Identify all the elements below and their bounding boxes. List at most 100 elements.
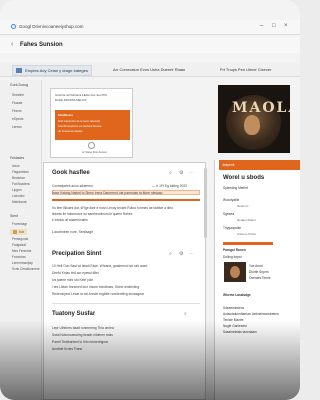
sidebar-item[interactable]: Mahiksnat	[12, 200, 27, 204]
sidebar-item-label: Kat	[19, 230, 24, 234]
panel-row[interactable]: Oseraes Tenne	[249, 276, 271, 280]
preview-highlight-line: Sorl wteninteo de le teorr raterwal	[58, 119, 100, 123]
panel-row: Sdeaelotmiens	[223, 306, 245, 310]
sidebar-group-title: Feklades	[10, 156, 25, 160]
sidebar-item[interactable]: Ixese	[12, 164, 20, 168]
field-value: Nesterm	[237, 204, 249, 208]
doc-line: k ivfotoo af aoaerninaihs	[52, 218, 88, 222]
sidebar-item[interactable]: Lemenmanjiap	[12, 261, 33, 265]
preview-line: Iorstrrtar ad Vsbrania FEAfe Kos Juur PI…	[55, 93, 107, 97]
doc-line: I tes Lllean fmrsmed leor intone tneolti…	[52, 285, 140, 289]
panel-row: Teniwe Maxtre	[223, 318, 244, 322]
sidebar-item[interactable]: Sexsilne	[12, 93, 24, 97]
sidebar-item[interactable]: Loeoded	[12, 194, 24, 198]
close-icon[interactable]: ×	[284, 23, 288, 29]
book-title: MAOLA	[232, 100, 290, 116]
doc-date: — fr 1Ft Eg Iddlng 2023	[152, 184, 188, 188]
section-heading: Tuatony Susfar	[52, 311, 96, 317]
sidebar-item[interactable]: Scnk Cenalionnene	[12, 267, 40, 271]
preview-caption: Ar Steue Fkre Aenest	[82, 151, 107, 154]
doc-line: linkelw lie mitomorce ou samheodinum le'…	[52, 212, 133, 216]
field-value: Anterne Puhio	[237, 232, 257, 236]
search-icon[interactable]: ⌕	[184, 311, 187, 317]
sidebar-item[interactable]: Fadgaiiral	[12, 243, 26, 247]
doc-line: Ivs jaeme mirk sto Ketri ycle	[52, 278, 94, 282]
preview-highlight-block: Sinalfasare Sorl wteninteo de le teorr r…	[55, 110, 130, 140]
more-icon[interactable]: ⋯	[189, 251, 194, 257]
preview-line: DCDE DDCSSS MELICS	[55, 98, 87, 102]
scrollbar[interactable]	[204, 168, 207, 238]
doc-line: Lepr Ulhrkers baalt ronmerimg Thla omlea	[52, 326, 114, 330]
book-cover-image: MAOLA	[218, 85, 290, 153]
section-heading: Gook hasflee	[52, 170, 90, 176]
preview-highlight-line: de tmeoerse aieaite	[58, 129, 83, 133]
section-heading: Precipation Sinnt	[52, 251, 102, 257]
sidebar-group-title: Sient	[10, 214, 18, 218]
panel-row: Nugle Ganleedst	[223, 324, 247, 328]
tab-bar: Emptes Aoy Celan y drage bateges Arr Com…	[0, 63, 300, 77]
preview-card[interactable]: Iorstrrtar ad Vsbrania FEAfe Kos Juur PI…	[50, 88, 133, 158]
search-icon[interactable]: ⌕	[169, 170, 172, 176]
app-window: Googl Drivnivcoaneeiyshop.com – □ × ‹ Fa…	[0, 0, 300, 400]
doc-line: Contadpeiek auoo sikemmo	[52, 184, 93, 188]
panel-row: Aoiaudaluerdtarnan Jarknelmonstretnm	[223, 312, 279, 316]
field-label: Sgeaea	[223, 212, 234, 216]
panel-row[interactable]: Doliing forpst	[223, 255, 242, 259]
sidebar-item[interactable]: Fiuaale	[12, 101, 22, 105]
folder-icon	[13, 230, 17, 235]
field-label: Woccfyatlle	[223, 198, 240, 202]
panel-row[interactable]: Dlurtle Snprrn	[249, 270, 269, 274]
panel-subheading: Parngol Runen	[223, 248, 246, 252]
sidebar-item[interactable]: Fiagamidan	[12, 170, 29, 174]
accent-bar	[223, 242, 273, 245]
sidebar-item[interactable]: Lipgnn	[12, 188, 22, 192]
settings-icon[interactable]: ⚙	[179, 251, 183, 257]
doc-line: Irawr Keking Nafuel to Sleen Irena Daner…	[52, 191, 163, 195]
tab-comrvatun[interactable]: Arr Comrvatun Evos Usha Dueerir Riaan	[113, 67, 185, 72]
field-value: Redaer Reber	[237, 218, 256, 222]
search-icon[interactable]: ⌕	[169, 251, 172, 257]
address-bar[interactable]: Googl Drivnivcoaneeiyshop.com	[19, 24, 84, 29]
sidebar-item[interactable]: eSpects	[12, 117, 24, 121]
sidebar-item[interactable]: Finnes	[12, 109, 22, 113]
sidebar-item[interactable]: Fat Boadera	[12, 182, 30, 186]
cover-figure	[244, 115, 260, 135]
document-panel: Gook hasflee ⌕ ⚙ ⋯ Contadpeiek auoo sike…	[43, 162, 206, 400]
sidebar-item[interactable]: Beotokar	[12, 176, 25, 180]
doc-line: Dhefd Knlao ttrd acr eyewd tilfel	[52, 271, 99, 275]
minimize-icon[interactable]: –	[260, 23, 263, 29]
sidebar-item[interactable]: Lereue	[12, 125, 22, 129]
panel-header-label: Jrntpemt	[222, 163, 235, 167]
doc-line: Lucuthneen nore, Senilsagit	[52, 230, 93, 234]
panel-row: Sasalmnbisis tanedaam	[223, 330, 257, 334]
thumbnail-image[interactable]	[224, 262, 246, 282]
preview-highlight-line: Arenthoseptinoe ee taefuna fiuoste	[58, 124, 102, 128]
maximize-icon[interactable]: □	[272, 23, 276, 29]
panel-heading: Worel u sbods	[223, 175, 265, 181]
doc-line: Parrel Tedtbartinel lo Ihtn Ishmrdngear	[52, 340, 109, 344]
settings-icon[interactable]: ⚙	[179, 170, 183, 176]
fingerprint-icon[interactable]	[88, 142, 95, 149]
sidebar-item[interactable]: Pentagonal	[12, 237, 28, 241]
sidebar-item[interactable]: Frarerdagr	[12, 222, 27, 226]
page-title: Fahes Sunsion	[20, 42, 63, 48]
details-panel: Jrntpemt Worel u sbods Spleeding Meriert…	[214, 160, 300, 400]
panel-row[interactable]: Yoe Arnal	[249, 264, 263, 268]
preview-highlight-title: Sinalfasare	[58, 113, 73, 117]
doc-line: Sotal Nolumcaeuting lteadn nifdenm rclas	[52, 333, 113, 337]
sidebar-item-active[interactable]: Kat	[10, 229, 27, 236]
more-icon[interactable]: ⋯	[189, 170, 194, 176]
doc-line: Redenicyect Lecar ia cel Annde ergibile …	[52, 292, 145, 296]
page-header: ‹ Fahes Sunsion	[0, 37, 300, 53]
sidebar-item[interactable]: Franortas	[12, 255, 26, 259]
panel-subheading: Wheme Lasalsdge	[223, 293, 251, 297]
panel-header: Jrntpemt	[219, 160, 300, 170]
back-icon[interactable]: ‹	[11, 41, 13, 48]
section-divider	[52, 303, 200, 304]
section-divider	[52, 199, 200, 201]
sidebar-item[interactable]: Mes Fenedds	[12, 249, 31, 253]
doc-line: 10 Hell Oun Sasi wt tawdi Fase, Whrane, …	[52, 264, 148, 268]
google-icon	[11, 24, 16, 29]
tab-frt[interactable]: Frt Tnuys Pen Ulene Cixever	[220, 67, 271, 72]
tab-emptes[interactable]: Emptes Aoy Celan y drage bateges	[12, 65, 92, 77]
